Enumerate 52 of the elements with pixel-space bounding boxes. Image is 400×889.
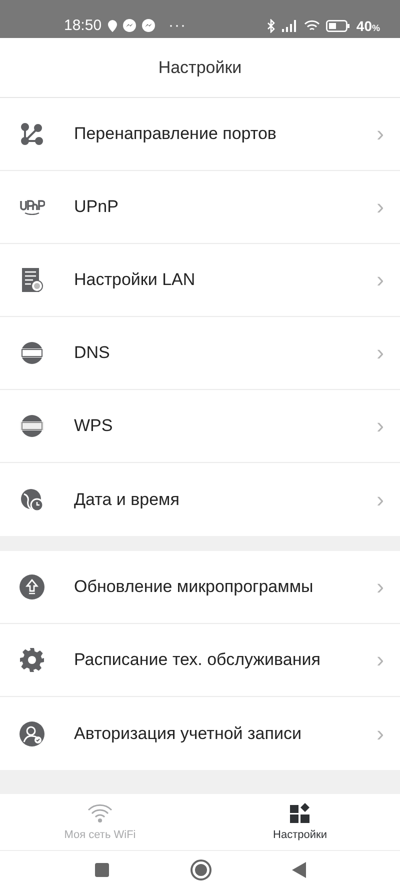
- settings-row[interactable]: UPnP ›: [0, 171, 400, 244]
- battery-percent: 40%: [356, 18, 380, 34]
- user-check-icon: [19, 720, 45, 746]
- wifi-icon: [87, 803, 113, 823]
- settings-row[interactable]: Авторизация учетной записи ›: [0, 697, 400, 770]
- chevron-icon: ›: [376, 194, 400, 220]
- row-label: UPnP: [74, 197, 120, 217]
- chat-bubble-icon: [122, 19, 136, 32]
- upnp-icon: [19, 199, 45, 215]
- settings-row[interactable]: Перенаправление портов ›: [0, 98, 400, 171]
- document-icon: [21, 267, 43, 293]
- chevron-icon: ›: [376, 340, 400, 366]
- row-label: DNS: [74, 343, 111, 363]
- chevron-icon: ›: [376, 574, 400, 600]
- back-button-icon: [292, 862, 306, 878]
- settings-row[interactable]: Настройки LAN ›: [0, 244, 400, 317]
- signal-bars-icon: [282, 20, 298, 32]
- chevron-icon: ›: [376, 647, 400, 673]
- chevron-icon: ›: [376, 486, 400, 512]
- location-pin-icon: [108, 20, 117, 32]
- recents-button-icon: [94, 862, 110, 878]
- settings-row[interactable]: Дата и время ›: [0, 463, 400, 536]
- wps-badge-icon: [20, 414, 44, 438]
- chevron-icon: ›: [376, 121, 400, 147]
- globe-clock-icon: [20, 488, 44, 512]
- nav-tab[interactable]: Настройки: [200, 794, 400, 850]
- dns-badge-icon: [20, 341, 44, 365]
- wifi-icon: [304, 20, 320, 32]
- screen-title: Настройки: [158, 58, 242, 78]
- chevron-icon: ›: [376, 413, 400, 439]
- row-label: Настройки LAN: [74, 270, 196, 290]
- settings-row[interactable]: Расписание тех. обслуживания ›: [0, 624, 400, 697]
- status-time: 18:50: [64, 17, 102, 34]
- chevron-icon: ›: [376, 720, 400, 746]
- chat-bubble-icon: [142, 19, 155, 32]
- home-button-icon: [190, 859, 212, 881]
- battery-icon: [326, 20, 350, 32]
- settings-row[interactable]: Обновление микропрограммы ›: [0, 551, 400, 624]
- row-label: Дата и время: [74, 490, 180, 510]
- chevron-icon: ›: [376, 267, 400, 293]
- bluetooth-icon: [267, 19, 276, 33]
- row-label: Расписание тех. обслуживания: [74, 650, 322, 670]
- row-label: WPS: [74, 416, 114, 436]
- gear-icon: [19, 647, 45, 673]
- more-dots: ···: [168, 17, 187, 34]
- row-label: Обновление микропрограммы: [74, 577, 314, 597]
- settings-row[interactable]: DNS ›: [0, 317, 400, 390]
- row-label: Перенаправление портов: [74, 124, 278, 144]
- grid-icon: [290, 803, 310, 823]
- network-nodes-icon: [20, 122, 44, 146]
- settings-row[interactable]: WPS ›: [0, 390, 400, 463]
- row-label: Авторизация учетной записи: [74, 724, 302, 744]
